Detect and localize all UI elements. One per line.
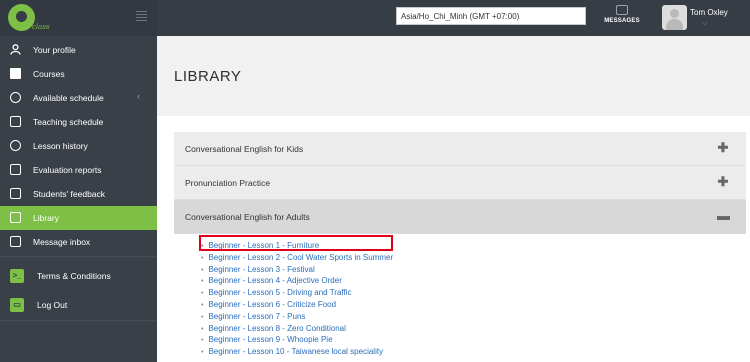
messages-label: MESSAGES bbox=[604, 18, 640, 24]
user-icon bbox=[10, 44, 21, 55]
history-icon bbox=[10, 140, 21, 151]
logo-icon[interactable] bbox=[8, 4, 35, 31]
main-content: LIBRARY Conversational English for Kids … bbox=[157, 36, 750, 362]
sidebar-item-evaluation-reports[interactable]: Evaluation reports bbox=[0, 158, 157, 182]
lesson-link[interactable]: Beginner - Lesson 5 - Driving and Traffi… bbox=[208, 288, 351, 297]
terminal-icon: >_ bbox=[10, 269, 24, 283]
sidebar-item-label: Available schedule bbox=[33, 93, 104, 103]
calendar-icon bbox=[10, 116, 21, 127]
sidebar-item-label: Library bbox=[33, 213, 59, 223]
expand-icon[interactable]: ✚ bbox=[717, 140, 729, 156]
page-title: LIBRARY bbox=[174, 68, 242, 85]
top-bar: class Asia/Ho_Chi_Minh (GMT +07:00) MESS… bbox=[0, 0, 750, 36]
chevron-down-icon[interactable]: ⌵ bbox=[702, 20, 707, 28]
list-item[interactable]: • Beginner - Lesson 2 - Cool Water Sports… bbox=[201, 252, 601, 264]
lesson-link[interactable]: Beginner - Lesson 6 - Criticize Food bbox=[208, 300, 336, 309]
sidebar-item-lesson-history[interactable]: Lesson history bbox=[0, 134, 157, 158]
lesson-link[interactable]: Beginner - Lesson 8 - Zero Conditional bbox=[208, 324, 345, 333]
accordion-title: Conversational English for Kids bbox=[185, 144, 304, 154]
folder-icon: ▭ bbox=[10, 298, 24, 312]
sidebar-item-library[interactable]: Library bbox=[0, 206, 157, 230]
sidebar-item-students-feedback[interactable]: Students' feedback bbox=[0, 182, 157, 206]
report-icon bbox=[10, 164, 21, 175]
highlight-box bbox=[199, 235, 393, 251]
expand-icon[interactable]: ✚ bbox=[717, 174, 729, 190]
lesson-link[interactable]: Beginner - Lesson 10 - Taiwanese local s… bbox=[208, 347, 383, 356]
logo-text: class bbox=[32, 23, 50, 31]
sidebar-item-terms[interactable]: >_ Terms & Conditions bbox=[0, 263, 157, 289]
lesson-link[interactable]: Beginner - Lesson 9 - Whoopie Pie bbox=[208, 335, 332, 344]
lesson-link[interactable]: Beginner - Lesson 2 - Cool Water Sports … bbox=[208, 253, 393, 262]
lesson-list: • Beginner - Lesson 1 - Furniture • Beginn… bbox=[201, 240, 601, 358]
sidebar-item-label: Students' feedback bbox=[33, 189, 106, 199]
sidebar-item-logout[interactable]: ▭ Log Out bbox=[0, 292, 157, 318]
sidebar-item-label: Lesson history bbox=[33, 141, 88, 151]
sidebar-item-label: Log Out bbox=[37, 300, 68, 310]
sidebar-item-courses[interactable]: Courses bbox=[0, 62, 157, 86]
list-item[interactable]: • Beginner - Lesson 5 - Driving and Traff… bbox=[201, 287, 601, 299]
menu-toggle-icon[interactable] bbox=[136, 11, 147, 23]
timezone-select[interactable]: Asia/Ho_Chi_Minh (GMT +07:00) bbox=[396, 7, 586, 25]
chevron-left-icon[interactable]: ‹ bbox=[137, 91, 140, 101]
list-item[interactable]: • Beginner - Lesson 4 - Adjective Order bbox=[201, 275, 601, 287]
sidebar-item-label: Teaching schedule bbox=[33, 117, 104, 127]
collapse-icon[interactable]: ▬ bbox=[717, 208, 730, 224]
sidebar-item-message-inbox[interactable]: Message inbox bbox=[0, 230, 157, 254]
sidebar-item-your-profile[interactable]: Your profile bbox=[0, 38, 157, 62]
lesson-link[interactable]: Beginner - Lesson 7 - Puns bbox=[208, 312, 305, 321]
clock-icon bbox=[10, 92, 21, 103]
inbox-icon bbox=[10, 236, 21, 247]
lesson-link[interactable]: Beginner - Lesson 3 - Festival bbox=[208, 265, 314, 274]
sidebar-item-label: Courses bbox=[33, 69, 65, 79]
sidebar-item-label: Evaluation reports bbox=[33, 165, 102, 175]
logo-area: class bbox=[0, 0, 157, 36]
accordion-title: Conversational English for Adults bbox=[185, 212, 310, 222]
sidebar-item-teaching-schedule[interactable]: Teaching schedule bbox=[0, 110, 157, 134]
sidebar-divider bbox=[0, 256, 157, 257]
lesson-link[interactable]: Beginner - Lesson 4 - Adjective Order bbox=[208, 276, 341, 285]
list-item[interactable]: • Beginner - Lesson 3 - Festival bbox=[201, 264, 601, 276]
user-name[interactable]: Tom Oxley bbox=[690, 8, 728, 17]
accordion-title: Pronunciation Practice bbox=[185, 178, 271, 188]
list-item[interactable]: • Beginner - Lesson 6 - Criticize Food bbox=[201, 299, 601, 311]
feedback-icon bbox=[10, 188, 21, 199]
list-item[interactable]: • Beginner - Lesson 7 - Puns bbox=[201, 311, 601, 323]
accordion-kids[interactable]: Conversational English for Kids ✚ bbox=[174, 132, 746, 166]
messages-button[interactable]: MESSAGES bbox=[602, 3, 642, 33]
chat-icon bbox=[616, 5, 628, 15]
list-item[interactable]: • Beginner - Lesson 9 - Whoopie Pie bbox=[201, 334, 601, 346]
sidebar: Your profile Courses Available schedule … bbox=[0, 36, 157, 362]
sidebar-item-label: Message inbox bbox=[33, 237, 91, 247]
book-icon bbox=[10, 68, 21, 79]
list-item[interactable]: • Beginner - Lesson 8 - Zero Conditional bbox=[201, 323, 601, 335]
accordion-adults[interactable]: Conversational English for Adults ▬ bbox=[174, 200, 746, 234]
sidebar-divider bbox=[0, 320, 157, 321]
library-icon bbox=[10, 212, 21, 223]
sidebar-item-label: Your profile bbox=[33, 45, 76, 55]
sidebar-item-available-schedule[interactable]: Available schedule ‹ bbox=[0, 86, 157, 110]
sidebar-item-label: Terms & Conditions bbox=[37, 271, 111, 281]
list-item[interactable]: • Beginner - Lesson 10 - Taiwanese local … bbox=[201, 346, 601, 358]
avatar[interactable] bbox=[662, 5, 687, 30]
accordion-pronunciation[interactable]: Pronunciation Practice ✚ bbox=[174, 166, 746, 200]
